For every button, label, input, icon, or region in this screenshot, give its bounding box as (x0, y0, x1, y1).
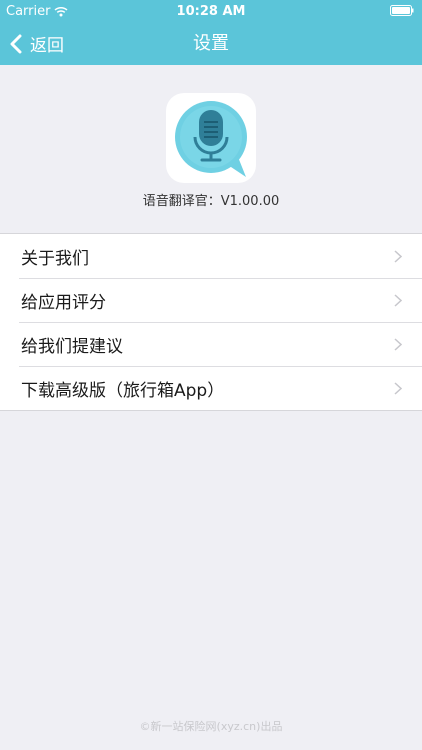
chevron-right-icon (394, 382, 402, 395)
chevron-right-icon (394, 338, 402, 351)
menu-item-download-premium[interactable]: 下载高级版（旅行箱App） (0, 366, 422, 410)
menu-item-about-us[interactable]: 关于我们 (0, 234, 422, 278)
header: Carrier 10:28 AM 返回 设置 (0, 0, 422, 65)
menu-item-rate-app[interactable]: 给应用评分 (0, 278, 422, 322)
page-title: 设置 (193, 33, 229, 54)
chevron-right-icon (394, 294, 402, 307)
microphone-app-icon (166, 93, 256, 183)
footer-credit: ©新一站保险网(xyz.cn)出品 (139, 720, 283, 733)
navigation-bar: 返回 设置 (0, 22, 422, 65)
menu-item-label: 下载高级版（旅行箱App） (21, 380, 225, 401)
menu-item-label: 关于我们 (21, 248, 89, 269)
menu-item-label: 给应用评分 (21, 292, 106, 313)
chevron-right-icon (394, 250, 402, 263)
app-version-text: 语音翻译官：V1.00.00 (142, 194, 280, 209)
battery-icon (390, 5, 414, 16)
status-time: 10:28 AM (176, 4, 246, 19)
status-bar: Carrier 10:28 AM (0, 0, 422, 22)
settings-menu-list: 关于我们 给应用评分 给我们提建议 下载高级版（旅行箱App） (0, 233, 422, 411)
menu-item-label: 给我们提建议 (21, 336, 123, 357)
menu-item-feedback[interactable]: 给我们提建议 (0, 322, 422, 366)
